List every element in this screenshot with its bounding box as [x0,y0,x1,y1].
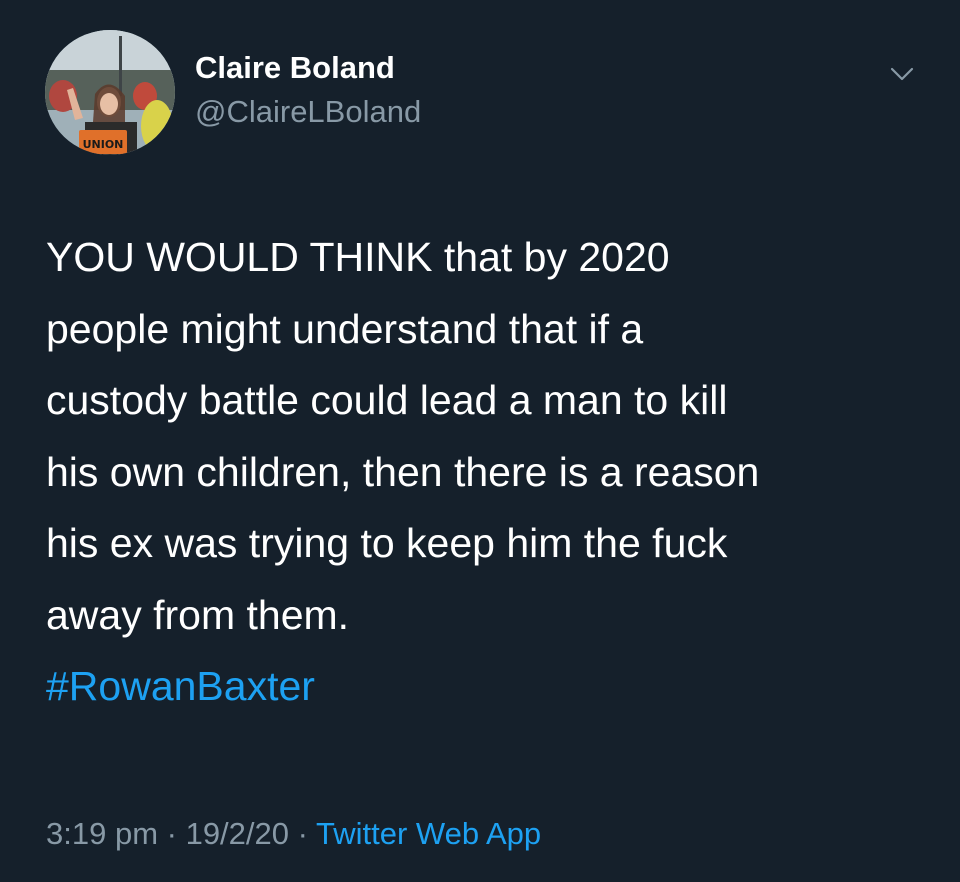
tweet-text-line: his ex was trying to keep him the fuck [46,520,728,566]
tweet-text-line: away from them. [46,591,350,638]
user-handle[interactable]: @ClaireLBoland [195,94,421,130]
meta-separator: · [289,816,317,851]
tweet-time[interactable]: 3:19 pm [46,816,158,851]
tweet-card: UNION Claire Boland @ClaireLBoland YOU W… [0,0,960,882]
chevron-down-icon[interactable] [884,56,920,92]
tweet-text-line: people might understand that if a [46,305,644,352]
hashtag-link[interactable]: #RowanBaxter [46,651,936,723]
tweet-meta: 3:19 pm · 19/2/20 · Twitter Web App [46,816,541,852]
avatar-sign-text: UNION [83,138,124,151]
tweet-source-link[interactable]: Twitter Web App [316,816,541,851]
tweet-text-line: YOU WOULD THINK that by 2020 [46,234,670,280]
display-name[interactable]: Claire Boland [195,50,395,86]
avatar[interactable]: UNION [45,30,175,155]
tweet-text: YOU WOULD THINK that by 2020 people migh… [46,222,936,723]
avatar-photo: UNION [45,30,175,155]
meta-separator: · [158,816,186,851]
tweet-text-line: custody battle could lead a man to kill [46,377,728,423]
tweet-date[interactable]: 19/2/20 [186,816,289,851]
tweet-text-line: his own children, then there is a reason [46,448,760,495]
